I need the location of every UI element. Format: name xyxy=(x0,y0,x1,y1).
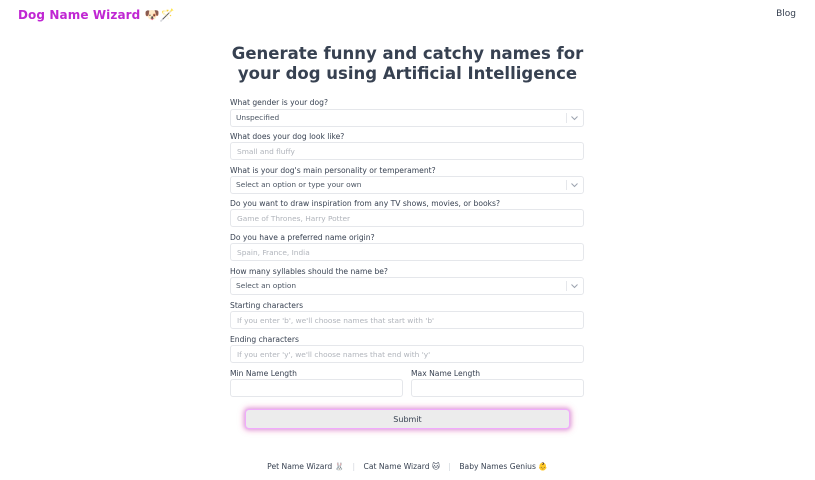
min-length-input[interactable] xyxy=(230,379,403,397)
syllables-select[interactable]: Select an option xyxy=(230,277,584,295)
chevron-down-icon xyxy=(571,116,578,121)
origin-label: Do you have a preferred name origin? xyxy=(230,233,375,242)
chevron-down-icon xyxy=(571,284,578,289)
logo[interactable]: Dog Name Wizard 🐶🪄 xyxy=(18,8,175,22)
syllables-select-placeholder: Select an option xyxy=(236,281,297,290)
footer-link-cat-name-wizard[interactable]: Cat Name Wizard 🐱 xyxy=(364,462,440,471)
gender-select-value: Unspecified xyxy=(236,113,280,122)
min-length-label: Min Name Length xyxy=(230,369,297,378)
gender-label: What gender is your dog? xyxy=(230,98,328,107)
personality-select[interactable]: Select an option or type your own xyxy=(230,176,584,194)
footer-separator: | xyxy=(448,462,451,471)
footer: Pet Name Wizard 🐰 | Cat Name Wizard 🐱 | … xyxy=(0,462,815,471)
inspiration-label: Do you want to draw inspiration from any… xyxy=(230,199,501,208)
select-separator xyxy=(566,281,567,291)
max-length-input[interactable] xyxy=(411,379,584,397)
page-title-line-1: Generate funny and catchy names for xyxy=(231,44,584,63)
footer-link-baby-names-genius[interactable]: Baby Names Genius 👶 xyxy=(459,462,547,471)
submit-button[interactable]: Submit xyxy=(245,409,570,429)
ending-label: Ending characters xyxy=(230,335,299,344)
look-input[interactable] xyxy=(230,142,584,160)
page-title-line-2: your dog using Artificial Intelligence xyxy=(237,64,578,83)
select-separator xyxy=(566,113,567,123)
starting-label: Starting characters xyxy=(230,301,304,310)
blog-link[interactable]: Blog xyxy=(776,9,796,19)
max-length-label: Max Name Length xyxy=(411,369,481,378)
page-title: Generate funny and catchy names for your… xyxy=(0,44,815,84)
chevron-down-icon xyxy=(571,183,578,188)
gender-select[interactable]: Unspecified xyxy=(230,109,584,127)
footer-separator: | xyxy=(352,462,356,471)
select-separator xyxy=(566,180,567,190)
personality-select-placeholder: Select an option or type your own xyxy=(236,180,362,189)
origin-input[interactable] xyxy=(230,243,584,261)
header: Dog Name Wizard 🐶🪄 Blog xyxy=(0,0,815,30)
ending-input[interactable] xyxy=(230,345,584,363)
personality-label: What is your dog's main personality or t… xyxy=(230,166,436,175)
inspiration-input[interactable] xyxy=(230,209,584,227)
look-label: What does your dog look like? xyxy=(230,132,345,141)
footer-link-pet-name-wizard[interactable]: Pet Name Wizard 🐰 xyxy=(267,462,344,471)
syllables-label: How many syllables should the name be? xyxy=(230,267,388,276)
starting-input[interactable] xyxy=(230,311,584,329)
